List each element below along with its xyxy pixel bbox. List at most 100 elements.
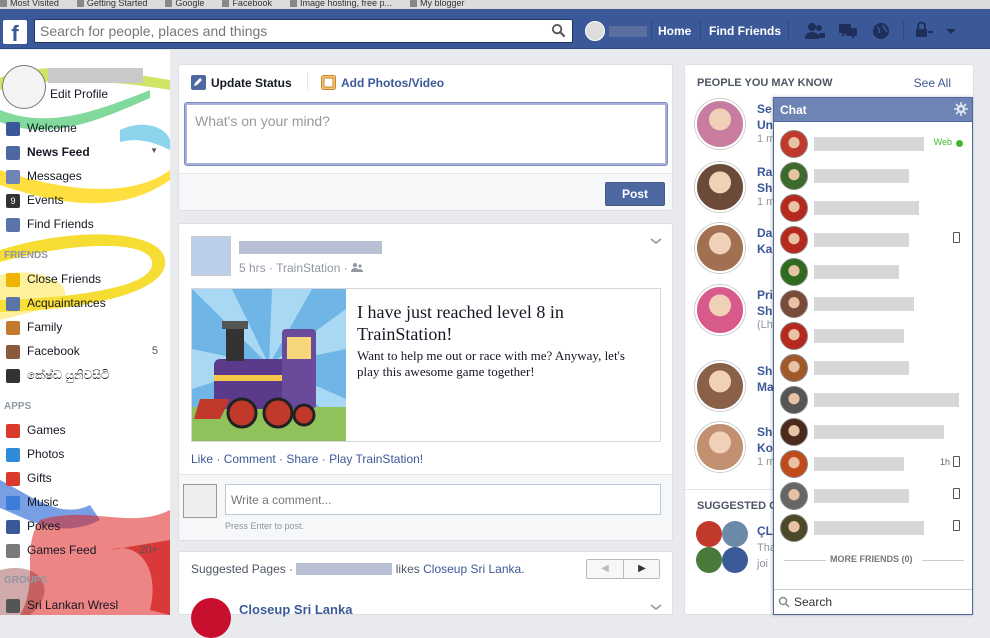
friends-nav-item[interactable]: Close Friends xyxy=(6,270,166,290)
group-name[interactable]: ÇL xyxy=(757,524,773,538)
home-link[interactable]: Home xyxy=(658,24,691,38)
chat-friend-row[interactable] xyxy=(774,192,972,224)
suggested-groups-header: SUGGESTED G xyxy=(697,500,778,512)
update-status-tab[interactable]: Update Status xyxy=(189,74,299,92)
apps-nav-item[interactable]: Photos xyxy=(6,445,166,465)
friends-audience-icon[interactable] xyxy=(351,262,364,273)
bookmark-item[interactable]: Getting Started xyxy=(77,0,148,8)
chat-friend-name-blurred xyxy=(814,137,924,151)
edit-profile-link[interactable]: Edit Profile xyxy=(50,87,108,101)
pymk-name[interactable]: Sh Ko xyxy=(757,424,773,456)
apps-nav-item[interactable]: Games Feed 20+ xyxy=(6,541,166,561)
see-all-link[interactable]: See All xyxy=(914,76,951,90)
chat-friend-row[interactable] xyxy=(774,384,972,416)
pymk-avatar[interactable] xyxy=(695,285,745,335)
gear-icon[interactable] xyxy=(954,102,968,116)
news-feed-options-icon[interactable]: ▼ xyxy=(150,146,158,155)
story-author-name-blurred[interactable] xyxy=(239,241,382,254)
chat-friend-row[interactable] xyxy=(774,160,972,192)
pymk-name[interactable]: Se Un xyxy=(757,101,773,133)
chat-header[interactable]: Chat xyxy=(774,98,972,122)
pymk-avatar[interactable] xyxy=(695,361,745,411)
chat-friend-row[interactable] xyxy=(774,416,972,448)
chat-friend-row[interactable]: 1h xyxy=(774,448,972,480)
main-nav-item[interactable]: Messages xyxy=(6,167,166,187)
chat-friend-avatar xyxy=(780,290,808,318)
status-box xyxy=(185,103,667,165)
profile-name-blurred[interactable] xyxy=(609,26,647,37)
suggested-page-link[interactable]: Closeup Sri Lanka xyxy=(423,562,521,576)
apps-nav-item[interactable]: Pokes xyxy=(6,517,166,537)
page-avatar[interactable] xyxy=(191,598,231,638)
user-avatar[interactable] xyxy=(2,65,46,109)
friend-requests-icon[interactable] xyxy=(804,21,826,41)
chat-friend-row[interactable] xyxy=(774,288,972,320)
chat-friend-row[interactable] xyxy=(774,352,972,384)
apps-nav-item[interactable]: Music xyxy=(6,493,166,513)
pymk-name[interactable]: Da Ka xyxy=(757,225,772,257)
group-collage-avatar[interactable] xyxy=(695,520,749,574)
bookmark-item[interactable]: Image hosting, free p... xyxy=(290,0,392,8)
friends-nav-item[interactable]: Family xyxy=(6,318,166,338)
comment-input[interactable] xyxy=(225,484,661,515)
chat-friend-row[interactable] xyxy=(774,256,972,288)
privacy-shortcuts-icon[interactable] xyxy=(913,21,935,41)
chat-friend-row[interactable] xyxy=(774,480,972,512)
chat-friend-row[interactable]: Web xyxy=(774,128,972,160)
friends-nav-label: කේෂ්ඩ යුනිවසිටි xyxy=(27,368,110,382)
options-chevron-icon[interactable] xyxy=(650,602,662,612)
game-attachment[interactable]: I have just reached level 8 in TrainStat… xyxy=(191,288,661,442)
share-link[interactable]: Share xyxy=(286,452,318,466)
trainstation-game-image[interactable] xyxy=(192,289,346,441)
pymk-name[interactable]: Sh Ma xyxy=(757,363,774,395)
story-options-chevron-icon[interactable] xyxy=(650,236,662,246)
main-nav-item[interactable]: Find Friends xyxy=(6,215,166,235)
friends-nav-item[interactable]: Facebook 5 xyxy=(6,342,166,362)
chat-friend-avatar xyxy=(780,258,808,286)
bookmark-item[interactable]: My blogger xyxy=(410,0,465,8)
bookmark-item[interactable]: Facebook xyxy=(222,0,272,8)
pymk-avatar[interactable] xyxy=(695,99,745,149)
profile-avatar[interactable] xyxy=(585,21,605,41)
attachment-title[interactable]: I have just reached level 8 in TrainStat… xyxy=(357,301,637,345)
main-nav-item[interactable]: 9 Events xyxy=(6,191,166,211)
chat-friend-row[interactable] xyxy=(774,320,972,352)
story-author-avatar[interactable] xyxy=(191,236,231,276)
bookmark-item[interactable]: Most Visited xyxy=(0,0,59,8)
pager-prev-button[interactable]: ◀ xyxy=(587,560,624,578)
more-friends-label[interactable]: MORE FRIENDS (0) xyxy=(830,554,913,564)
pymk-name[interactable]: Pri Sh xyxy=(757,287,773,319)
pymk-avatar[interactable] xyxy=(695,422,745,472)
notifications-globe-icon[interactable] xyxy=(870,21,892,41)
user-name-blurred[interactable] xyxy=(48,68,143,83)
pymk-name-line-2: Ma xyxy=(757,380,774,394)
apps-nav-item[interactable]: Games xyxy=(6,421,166,441)
find-friends-link[interactable]: Find Friends xyxy=(709,24,781,38)
facebook-logo[interactable]: f xyxy=(3,20,27,44)
bookmark-item[interactable]: Google xyxy=(165,0,204,8)
apps-nav-item[interactable]: Gifts xyxy=(6,469,166,489)
chat-search-input[interactable] xyxy=(794,593,964,611)
add-photos-tab[interactable]: Add Photos/Video xyxy=(319,74,459,92)
pager-next-button[interactable]: ▶ xyxy=(624,560,660,578)
post-button[interactable]: Post xyxy=(605,182,665,206)
like-link[interactable]: Like xyxy=(191,452,213,466)
friend-name-blurred[interactable] xyxy=(296,563,393,575)
status-input[interactable] xyxy=(187,105,665,163)
pymk-avatar[interactable] xyxy=(695,223,745,273)
groups-nav-item[interactable]: Sri Lankan Wresl xyxy=(6,596,166,615)
comment-link[interactable]: Comment xyxy=(224,452,276,466)
pymk-avatar[interactable] xyxy=(695,162,745,212)
account-dropdown-icon[interactable] xyxy=(940,21,962,41)
play-game-link[interactable]: Play TrainStation! xyxy=(329,452,423,466)
chat-friend-row[interactable] xyxy=(774,224,972,256)
friends-nav-item[interactable]: Acquaintances xyxy=(6,294,166,314)
chat-friend-row[interactable] xyxy=(774,512,972,544)
main-nav-item[interactable]: News Feed ▼ xyxy=(6,143,166,163)
search-input[interactable] xyxy=(35,20,545,42)
friends-nav-item[interactable]: කේෂ්ඩ යුනිවසිටි xyxy=(6,366,166,386)
pymk-name[interactable]: Ra Sh xyxy=(757,164,772,196)
messages-icon[interactable] xyxy=(837,21,859,41)
main-nav-item[interactable]: Welcome xyxy=(6,119,166,139)
search-icon[interactable] xyxy=(551,23,566,38)
